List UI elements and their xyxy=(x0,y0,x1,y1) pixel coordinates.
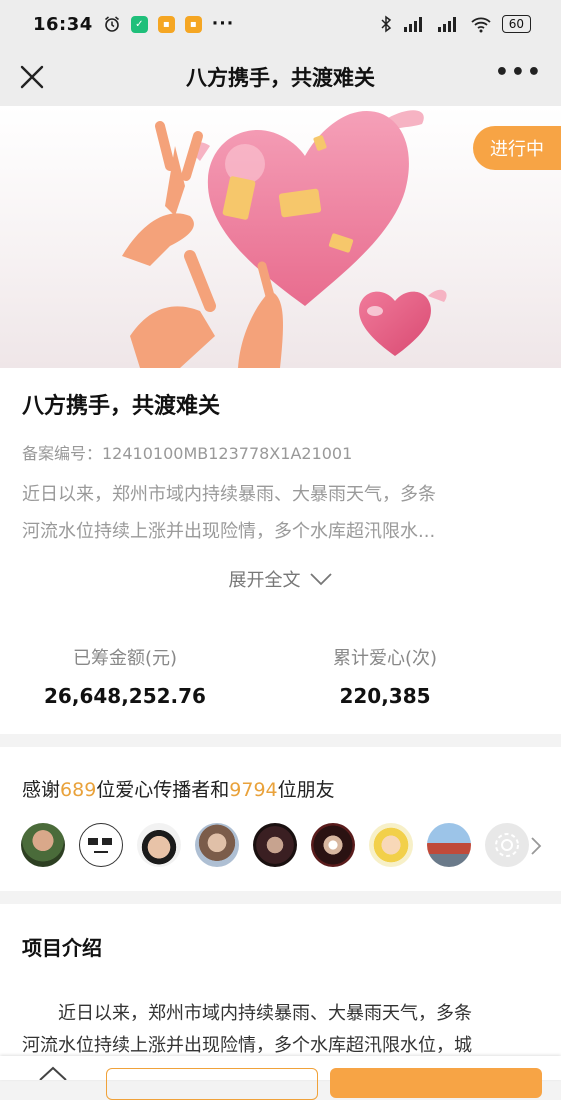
alarm-icon xyxy=(104,16,119,32)
project-title: 八方携手，共渡难关 xyxy=(22,394,221,419)
summary-line: 近日以来，郑州市域内持续暴雨、大暴雨天气，多条 xyxy=(22,484,436,505)
donation-count-value: 220,385 xyxy=(339,684,431,708)
avatar[interactable] xyxy=(369,823,413,867)
project-intro-card: 项目介绍 近日以来，郑州市域内持续暴雨、大暴雨天气，多条 河流水位持续上涨并出现… xyxy=(0,904,561,1080)
battery-indicator: 60 xyxy=(501,15,531,33)
friends-count: 9794 xyxy=(229,779,278,801)
shield-app-icon: ✓ xyxy=(130,15,148,33)
donation-count-label: 累计爱心(次) xyxy=(332,648,438,669)
chevron-right-icon[interactable] xyxy=(529,835,543,857)
status-left: 16:34 ✓ ▪ ▪ ··· xyxy=(33,14,234,35)
bluetooth-icon xyxy=(381,15,391,33)
intro-text: 近日以来，郑州市域内持续暴雨、大暴雨天气，多条 河流水位持续上涨并出现险情，多个… xyxy=(22,998,542,1062)
donation-count-stat: 累计爱心(次) 220,385 xyxy=(260,644,510,708)
avatar[interactable] xyxy=(79,823,123,867)
more-menu-icon[interactable]: ••• xyxy=(495,60,543,85)
avatar[interactable] xyxy=(253,823,297,867)
status-right: 60 xyxy=(380,15,531,33)
home-icon[interactable] xyxy=(38,1066,68,1080)
page-title: 八方携手，共渡难关 xyxy=(186,66,375,90)
supporters-suffix: 位朋友 xyxy=(277,779,335,801)
donate-button[interactable] xyxy=(330,1068,542,1098)
meme-face-icon xyxy=(88,838,112,853)
project-info-card: 八方携手，共渡难关 备案编号：12410100MB123778X1A21001 … xyxy=(0,368,561,734)
supporters-middle: 位爱心传播者和 xyxy=(96,779,230,801)
notification-app-icon-2: ▪ xyxy=(184,15,202,33)
status-time: 16:34 xyxy=(33,13,93,35)
project-summary: 近日以来，郑州市域内持续暴雨、大暴雨天气，多条 河流水位持续上涨并出现险情，多个… xyxy=(22,476,542,550)
raised-amount-label: 已筹金额(元) xyxy=(72,648,178,669)
registration-number: 备案编号：12410100MB123778X1A21001 xyxy=(22,444,353,463)
raised-amount-value: 26,648,252.76 xyxy=(44,684,206,708)
status-bar: 16:34 ✓ ▪ ▪ ··· 60 xyxy=(0,0,561,48)
signal-icon-2 xyxy=(437,17,456,32)
spreaders-count: 689 xyxy=(60,779,97,801)
supporters-card: 感谢689位爱心传播者和9794位朋友 xyxy=(0,747,561,891)
intro-line: 近日以来，郑州市域内持续暴雨、大暴雨天气，多条 xyxy=(22,1003,472,1024)
expand-full-text-button[interactable]: 展开全文 xyxy=(0,566,561,592)
avatar[interactable] xyxy=(21,823,65,867)
status-badge: 进行中 xyxy=(473,126,561,170)
close-icon[interactable] xyxy=(16,61,48,93)
supporters-prefix: 感谢 xyxy=(22,779,61,801)
supporters-text: 感谢689位爱心传播者和9794位朋友 xyxy=(22,775,335,802)
nav-bar: 八方携手，共渡难关 ••• xyxy=(0,48,561,106)
chevron-down-icon xyxy=(309,573,332,586)
avatar[interactable] xyxy=(195,823,239,867)
raised-amount-stat: 已筹金额(元) 26,648,252.76 xyxy=(0,644,250,708)
supporter-avatars[interactable] xyxy=(21,823,529,867)
bottom-action-bar xyxy=(0,1056,561,1100)
avatar[interactable] xyxy=(427,823,471,867)
wifi-icon xyxy=(471,17,491,33)
avatar[interactable] xyxy=(137,823,181,867)
signal-icon xyxy=(403,17,422,32)
more-notifications-icon: ··· xyxy=(211,14,235,34)
avatar-placeholder[interactable] xyxy=(485,823,529,867)
notification-app-icon: ▪ xyxy=(157,15,175,33)
flower-icon xyxy=(495,833,519,857)
share-button[interactable] xyxy=(106,1068,318,1100)
hero-banner: 进行中 xyxy=(0,106,561,368)
avatar[interactable] xyxy=(311,823,355,867)
section-title: 项目介绍 xyxy=(22,936,102,960)
expand-label: 展开全文 xyxy=(228,570,301,591)
summary-line: 河流水位持续上涨并出现险情，多个水库超汛限水... xyxy=(22,521,436,542)
